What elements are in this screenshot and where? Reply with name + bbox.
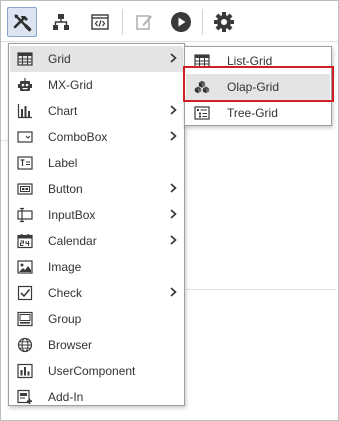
run-button[interactable]	[166, 7, 196, 37]
tools-button[interactable]	[7, 7, 37, 37]
menu-item-group[interactable]: Group	[10, 306, 183, 332]
chevron-right-icon	[170, 235, 177, 245]
globe-icon	[17, 337, 33, 353]
edit-button[interactable]	[129, 7, 159, 37]
play-icon	[170, 11, 192, 33]
hierarchy-button[interactable]	[46, 7, 76, 37]
edit-icon	[134, 12, 154, 32]
robot-icon	[17, 77, 33, 93]
menu-item-label: Browser	[48, 338, 93, 352]
calendar-icon	[17, 233, 33, 249]
submenu-item-olap-grid[interactable]: Olap-Grid	[186, 74, 330, 100]
chevron-right-icon	[170, 183, 177, 193]
combobox-icon	[17, 129, 33, 145]
hierarchy-icon	[51, 12, 71, 32]
tools-icon	[12, 12, 32, 32]
menu-item-label: Label	[48, 156, 78, 170]
submenu-item-label: Tree-Grid	[227, 106, 278, 120]
chevron-right-icon	[170, 287, 177, 297]
menu-item-grid[interactable]: Grid	[10, 46, 183, 72]
checkbox-icon	[17, 285, 33, 301]
bar-chart-icon	[17, 103, 33, 119]
menu-item-label-component[interactable]: Label	[10, 150, 183, 176]
submenu-item-tree-grid[interactable]: Tree-Grid	[186, 100, 330, 126]
menu-item-chart[interactable]: Chart	[10, 98, 183, 124]
button-icon	[17, 181, 33, 197]
menu-item-browser[interactable]: Browser	[10, 332, 183, 358]
menu-item-combobox[interactable]: ComboBox	[10, 124, 183, 150]
background-divider	[186, 289, 337, 290]
menu-item-user-component[interactable]: UserComponent	[10, 358, 183, 384]
menu-item-label: Group	[48, 312, 82, 326]
group-icon	[17, 311, 33, 327]
menu-item-label: Chart	[48, 104, 78, 118]
toolbar-separator	[122, 9, 123, 35]
insert-component-menu: Grid MX-Grid Chart ComboBox Label Button…	[8, 43, 185, 406]
menu-item-image[interactable]: Image	[10, 254, 183, 280]
label-icon	[17, 155, 33, 171]
code-window-icon	[90, 12, 110, 32]
menu-item-label: Image	[48, 260, 82, 274]
submenu-item-list-grid[interactable]: List-Grid	[186, 48, 330, 74]
chevron-right-icon	[170, 131, 177, 141]
menu-item-calendar[interactable]: Calendar	[10, 228, 183, 254]
menu-item-button[interactable]: Button	[10, 176, 183, 202]
cubes-icon	[194, 79, 210, 95]
chevron-right-icon	[170, 105, 177, 115]
menu-item-mx-grid[interactable]: MX-Grid	[10, 72, 183, 98]
toolbar	[1, 1, 338, 42]
submenu-item-label: List-Grid	[227, 54, 273, 68]
menu-item-label: Grid	[48, 52, 71, 66]
inputbox-icon	[17, 207, 33, 223]
menu-item-label: Add-In	[48, 390, 84, 404]
menu-item-label: InputBox	[48, 208, 96, 222]
menu-item-label: MX-Grid	[48, 78, 93, 92]
image-icon	[17, 259, 33, 275]
menu-item-label: ComboBox	[48, 130, 108, 144]
user-component-icon	[17, 363, 33, 379]
toolbar-separator	[202, 9, 203, 35]
menu-item-add-in[interactable]: Add-In	[10, 384, 183, 410]
grid-submenu: List-Grid Olap-Grid Tree-Grid	[184, 46, 332, 126]
chevron-right-icon	[170, 53, 177, 63]
gear-icon	[213, 11, 235, 33]
code-view-button[interactable]	[85, 7, 115, 37]
menu-item-inputbox[interactable]: InputBox	[10, 202, 183, 228]
menu-item-check[interactable]: Check	[10, 280, 183, 306]
add-in-icon	[17, 389, 33, 405]
settings-button[interactable]	[209, 7, 239, 37]
menu-item-label: UserComponent	[48, 364, 136, 378]
menu-item-label: Button	[48, 182, 83, 196]
chevron-right-icon	[170, 209, 177, 219]
grid-icon	[17, 51, 33, 67]
submenu-item-label: Olap-Grid	[227, 80, 280, 94]
tree-grid-icon	[194, 105, 210, 121]
menu-item-label: Check	[48, 286, 83, 300]
menu-item-label: Calendar	[48, 234, 97, 248]
list-grid-icon	[194, 53, 210, 69]
